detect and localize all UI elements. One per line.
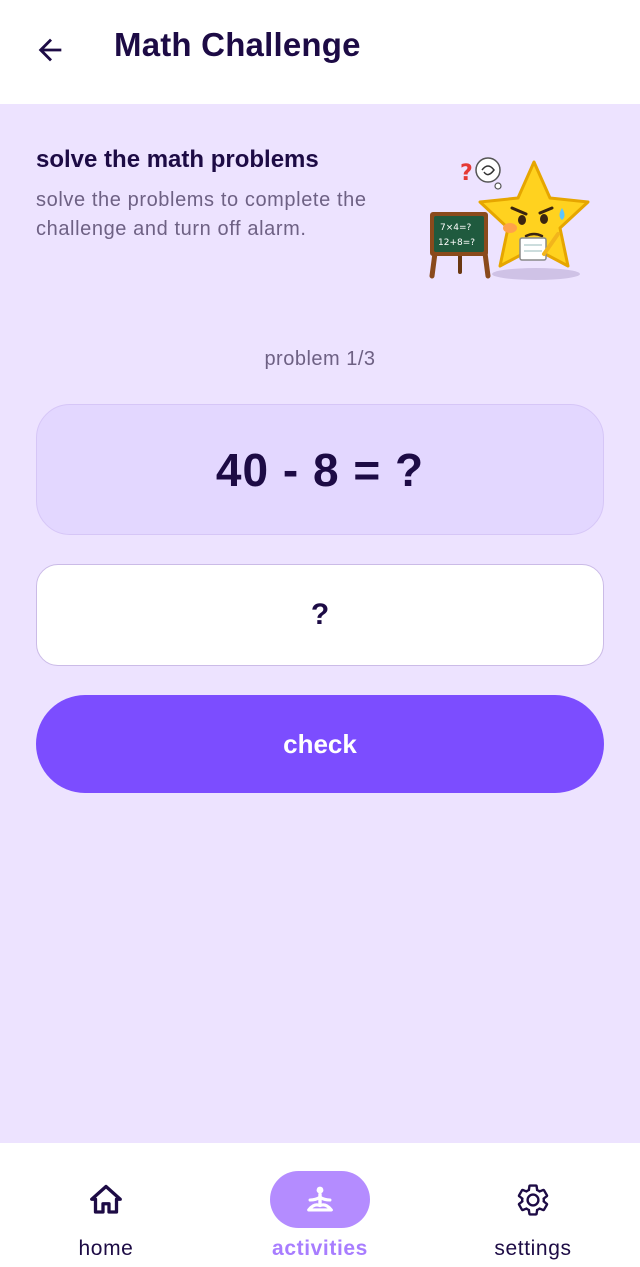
nav-label-activities: activities bbox=[272, 1237, 368, 1260]
home-icon bbox=[90, 1184, 122, 1214]
arrow-left-icon bbox=[38, 38, 62, 62]
problem-counter: problem 1/3 bbox=[264, 348, 376, 370]
board-line-1: 7×4=? bbox=[440, 223, 472, 233]
meditation-icon bbox=[307, 1186, 333, 1211]
back-button[interactable] bbox=[26, 26, 74, 74]
nav-label-settings: settings bbox=[494, 1237, 572, 1260]
answer-input[interactable] bbox=[36, 564, 604, 666]
svg-text:?: ? bbox=[460, 161, 473, 186]
intro-title: solve the math problems bbox=[36, 146, 319, 173]
intro-description: solve the problems to complete the chall… bbox=[36, 189, 367, 240]
page-title: Math Challenge bbox=[114, 26, 361, 63]
gear-icon bbox=[517, 1183, 549, 1216]
star-mascot-illustration: 7×4=? 12+8=? ? bbox=[426, 150, 594, 284]
problem-expression: 40 - 8 = ? bbox=[215, 443, 425, 496]
problem-card: 40 - 8 = ? bbox=[36, 404, 604, 535]
app-bar: Math Challenge bbox=[0, 0, 640, 104]
nav-item-settings[interactable]: settings bbox=[433, 1143, 633, 1267]
board-line-2: 12+8=? bbox=[438, 238, 475, 248]
nav-label-home: home bbox=[78, 1237, 134, 1260]
nav-item-home[interactable]: home bbox=[6, 1143, 206, 1267]
nav-icon-container bbox=[483, 1171, 583, 1228]
bottom-navigation: home activities settings bbox=[0, 1143, 640, 1267]
nav-item-activities[interactable]: activities bbox=[220, 1143, 420, 1267]
check-button[interactable]: check bbox=[36, 695, 604, 793]
nav-icon-container bbox=[270, 1171, 370, 1228]
nav-icon-container bbox=[56, 1171, 156, 1228]
